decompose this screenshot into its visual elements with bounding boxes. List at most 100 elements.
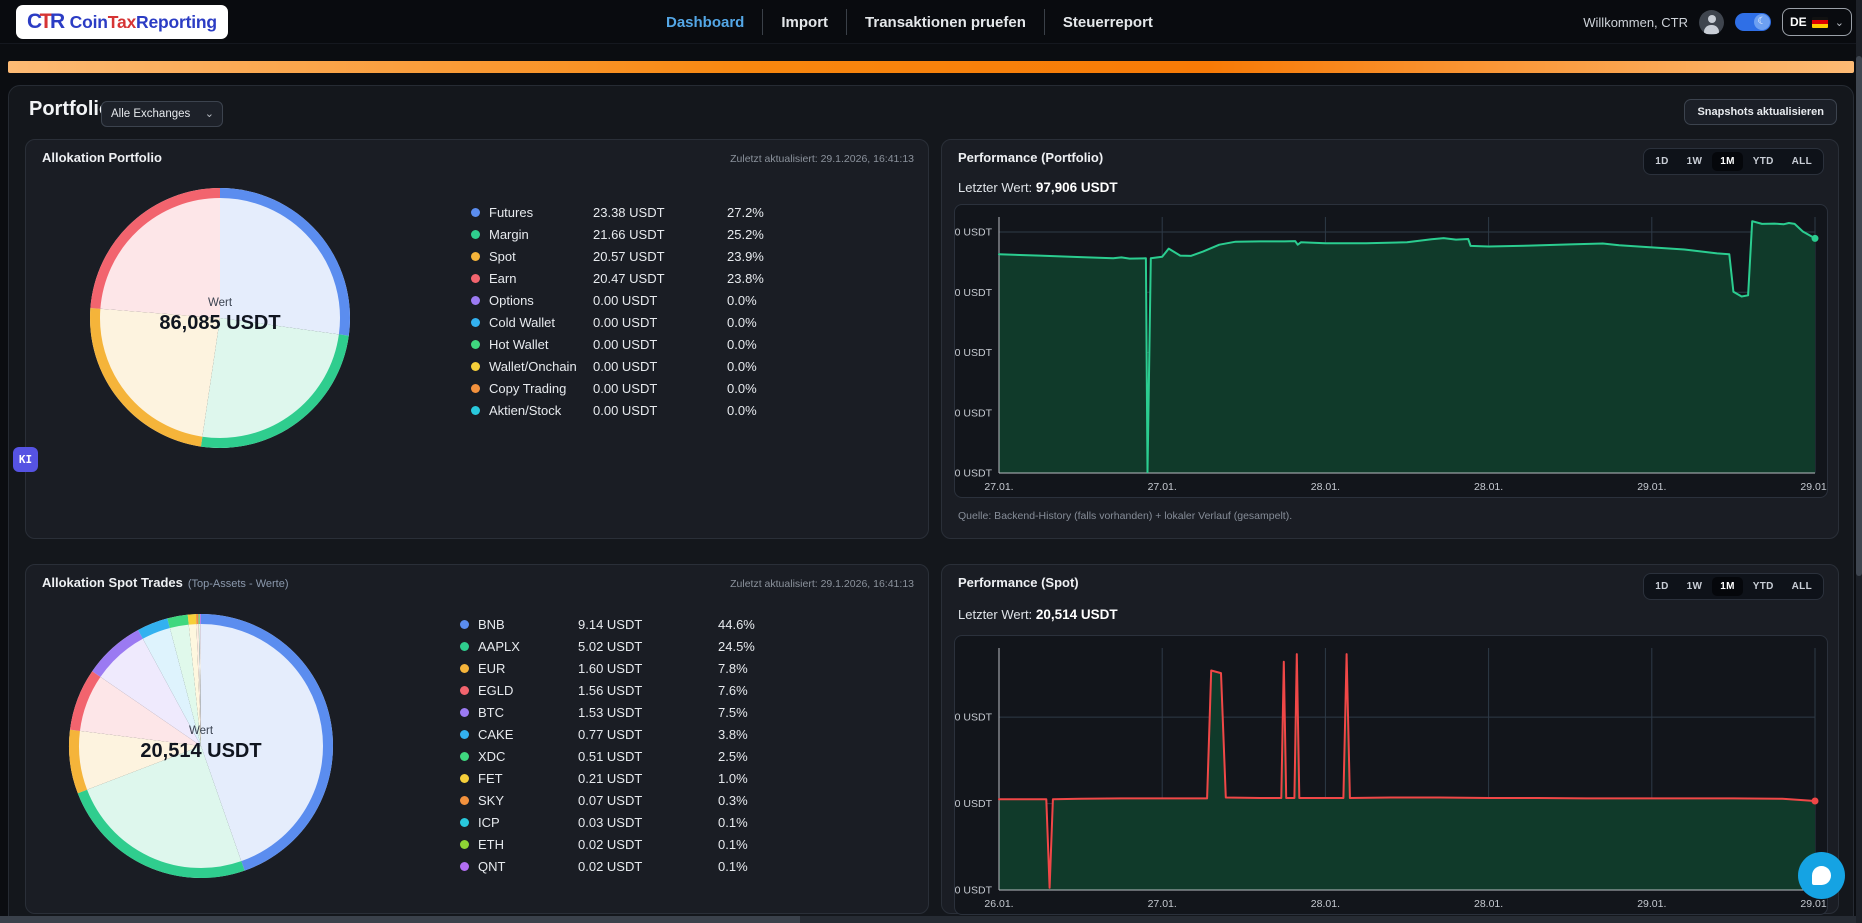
legend-color-dot: [460, 862, 469, 871]
legend-row: EUR1.60 USDT7.8%: [460, 657, 755, 679]
legend-percent: 1.0%: [718, 771, 748, 786]
user-avatar[interactable]: [1699, 10, 1724, 35]
legend-color-dot: [460, 840, 469, 849]
top-nav: CTR CoinTaxReporting Dashboard Import Tr…: [0, 0, 1862, 44]
legend-percent: 0.0%: [727, 381, 757, 396]
last-updated-timestamp: Zuletzt aktualisiert: 29.1.2026, 16:41:1…: [730, 153, 914, 165]
language-selector[interactable]: DE ⌄: [1782, 8, 1852, 36]
legend-label: FET: [478, 771, 578, 786]
legend-percent: 0.1%: [718, 815, 748, 830]
moon-icon: ☾: [1754, 14, 1770, 30]
dark-mode-toggle[interactable]: ☾: [1735, 13, 1771, 31]
nav-item-steuerreport[interactable]: Steuerreport: [1045, 14, 1171, 31]
legend-label: Options: [489, 293, 593, 308]
svg-text:29.01.: 29.01.: [1637, 481, 1666, 493]
range-button-1w[interactable]: 1W: [1679, 152, 1711, 171]
legend-percent: 2.5%: [718, 749, 748, 764]
range-button-1d[interactable]: 1D: [1647, 152, 1676, 171]
vertical-scrollbar-thumb[interactable]: [1856, 56, 1862, 576]
legend-row: Cold Wallet0.00 USDT0.0%: [471, 311, 764, 333]
legend-label: ICP: [478, 815, 578, 830]
svg-text:100 USDT: 100 USDT: [955, 227, 993, 239]
legend-value: 21.66 USDT: [593, 227, 727, 242]
svg-text:29.01.: 29.01.: [1637, 898, 1666, 910]
legend-color-dot: [471, 230, 480, 239]
allocation-spot-card: Allokation Spot Trades (Top-Assets - Wer…: [25, 564, 929, 914]
allocation-portfolio-legend: Futures23.38 USDT27.2%Margin21.66 USDT25…: [471, 201, 764, 421]
nav-item-transaktionen-pruefen[interactable]: Transaktionen pruefen: [847, 14, 1044, 31]
chat-widget-button[interactable]: [1798, 852, 1845, 899]
legend-color-dot: [471, 208, 480, 217]
chevron-down-icon: ⌄: [1835, 16, 1844, 29]
legend-percent: 44.6%: [718, 617, 755, 632]
performance-spot-line-chart: 0 USDT20 USDT40 USDT26.01.27.01.28.01.28…: [955, 636, 1827, 914]
chevron-down-icon: ⌄: [205, 102, 214, 126]
legend-value: 0.00 USDT: [593, 381, 727, 396]
nav-item-dashboard[interactable]: Dashboard: [648, 14, 762, 31]
last-updated-timestamp: Zuletzt aktualisiert: 29.1.2026, 16:41:1…: [730, 578, 914, 590]
legend-value: 0.00 USDT: [593, 359, 727, 374]
legend-label: Cold Wallet: [489, 315, 593, 330]
range-button-1m[interactable]: 1M: [1712, 577, 1743, 596]
nav-right: Willkommen, CTR ☾ DE ⌄: [1583, 0, 1852, 44]
legend-percent: 23.9%: [727, 249, 764, 264]
legend-label: ETH: [478, 837, 578, 852]
legend-value: 0.00 USDT: [593, 337, 727, 352]
performance-portfolio-chart-container: 20 USDT40 USDT60 USDT80 USDT100 USDT27.0…: [954, 204, 1828, 498]
app-logo[interactable]: CTR CoinTaxReporting: [16, 5, 228, 39]
card-title: Performance (Portfolio): [958, 150, 1103, 165]
range-button-ytd[interactable]: YTD: [1745, 152, 1782, 171]
range-button-1w[interactable]: 1W: [1679, 577, 1711, 596]
nav-item-import[interactable]: Import: [763, 14, 846, 31]
svg-text:Wert: Wert: [208, 297, 233, 309]
legend-label: EUR: [478, 661, 578, 676]
snapshots-refresh-button[interactable]: Snapshots aktualisieren: [1684, 99, 1837, 125]
legend-label: Earn: [489, 271, 593, 286]
performance-portfolio-card: Performance (Portfolio) 1D 1W 1M YTD ALL…: [941, 139, 1839, 539]
legend-row: Earn20.47 USDT23.8%: [471, 267, 764, 289]
legend-value: 20.57 USDT: [593, 249, 727, 264]
svg-text:28.01.: 28.01.: [1474, 481, 1503, 493]
legend-label: QNT: [478, 859, 578, 874]
legend-percent: 0.0%: [727, 293, 757, 308]
legend-color-dot: [460, 818, 469, 827]
range-button-ytd[interactable]: YTD: [1745, 577, 1782, 596]
promo-banner: [8, 61, 1854, 73]
svg-text:27.01.: 27.01.: [1148, 481, 1177, 493]
range-button-all[interactable]: ALL: [1784, 577, 1820, 596]
legend-percent: 0.0%: [727, 359, 757, 374]
svg-text:28.01.: 28.01.: [1474, 898, 1503, 910]
legend-value: 1.56 USDT: [578, 683, 718, 698]
last-value: Letzter Wert: 97,906 USDT: [958, 180, 1118, 195]
range-button-all[interactable]: ALL: [1784, 152, 1820, 171]
range-button-1d[interactable]: 1D: [1647, 577, 1676, 596]
horizontal-scrollbar-thumb[interactable]: [0, 916, 800, 923]
legend-label: Futures: [489, 205, 593, 220]
svg-text:0 USDT: 0 USDT: [955, 885, 993, 897]
page-title: Portfolio: [29, 98, 111, 121]
range-selector: 1D 1W 1M YTD ALL: [1643, 573, 1824, 600]
range-button-1m[interactable]: 1M: [1712, 152, 1743, 171]
ki-assistant-button[interactable]: KI: [13, 447, 38, 472]
legend-row: Hot Wallet0.00 USDT0.0%: [471, 333, 764, 355]
card-title: Performance (Spot): [958, 575, 1079, 590]
legend-percent: 0.3%: [718, 793, 748, 808]
legend-color-dot: [471, 340, 480, 349]
legend-percent: 0.0%: [727, 403, 757, 418]
svg-text:80 USDT: 80 USDT: [955, 287, 993, 299]
legend-label: XDC: [478, 749, 578, 764]
legend-percent: 7.8%: [718, 661, 748, 676]
svg-text:20 USDT: 20 USDT: [955, 798, 993, 810]
legend-color-dot: [460, 708, 469, 717]
legend-row: EGLD1.56 USDT7.6%: [460, 679, 755, 701]
exchange-filter-value: Alle Exchanges: [111, 108, 190, 120]
exchange-filter-select[interactable]: Alle Exchanges ⌄: [101, 101, 223, 127]
legend-row: CAKE0.77 USDT3.8%: [460, 723, 755, 745]
legend-row: Futures23.38 USDT27.2%: [471, 201, 764, 223]
legend-row: QNT0.02 USDT0.1%: [460, 855, 755, 877]
logo-monogram: CTR: [27, 10, 63, 34]
legend-row: Options0.00 USDT0.0%: [471, 289, 764, 311]
legend-value: 0.00 USDT: [593, 315, 727, 330]
legend-label: BTC: [478, 705, 578, 720]
legend-row: ETH0.02 USDT0.1%: [460, 833, 755, 855]
